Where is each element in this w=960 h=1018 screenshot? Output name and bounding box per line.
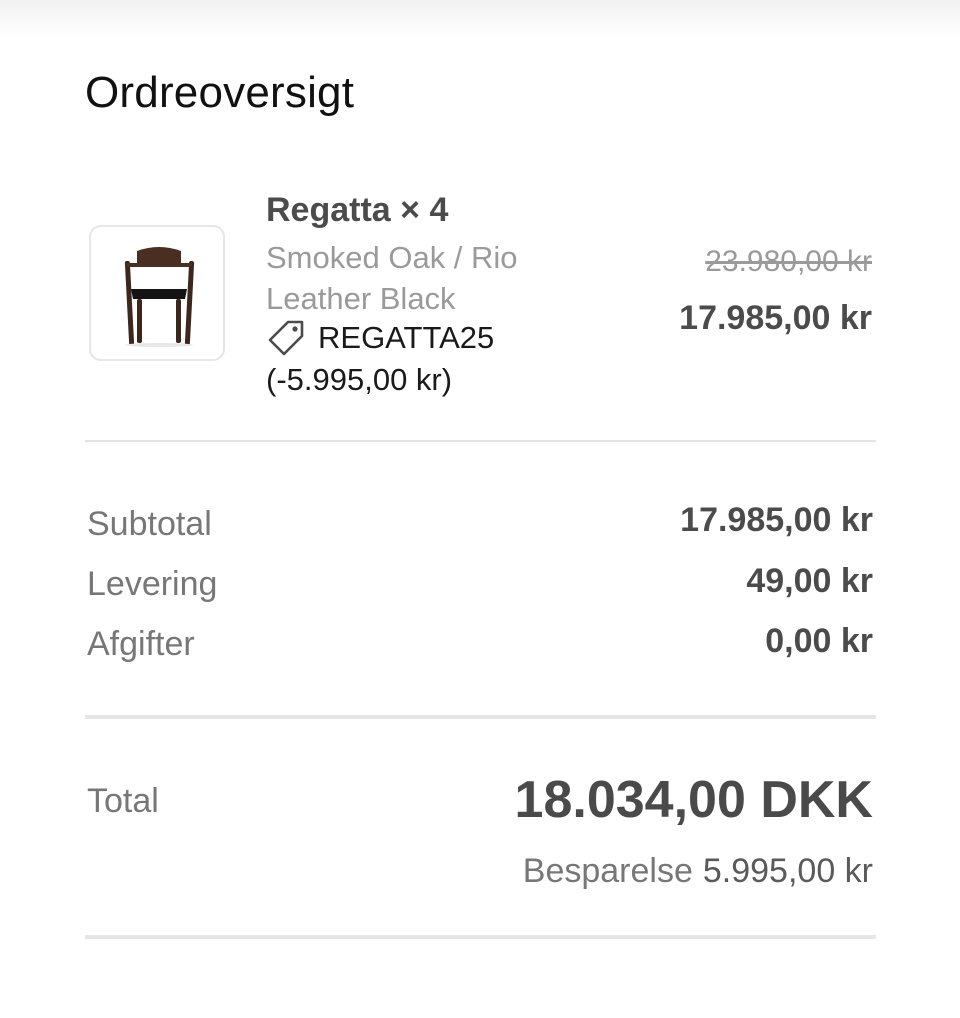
shipping-value: 49,00 kr [746,562,873,600]
subtotal-label: Subtotal [87,505,212,543]
discount-amount: (-5.995,00 kr) [266,362,453,397]
divider [85,715,876,719]
savings-label: Besparelse [522,852,693,890]
original-price: 23.980,00 kr [705,245,872,278]
discount-code-row: REGATTA25 [266,318,494,358]
product-variant: Smoked Oak / Rio Leather Black [266,240,518,316]
divider [85,935,876,939]
total-label: Total [87,782,159,820]
savings-line: Besparelse 5.995,00 kr [523,852,873,891]
top-shadow [0,0,960,40]
order-summary-page: Ordreoversigt Regatta × 4 Smoked Oak / R… [0,0,960,1018]
discounted-price: 17.985,00 kr [679,299,872,337]
divider [85,440,876,442]
shipping-label: Levering [87,565,218,603]
subtotal-value: 17.985,00 kr [680,501,873,539]
tag-icon [268,320,304,356]
discount-code: REGATTA25 [318,320,495,355]
product-name: Regatta × 4 [266,191,449,229]
savings-value: 5.995,00 kr [702,852,873,890]
page-title: Ordreoversigt [85,68,355,117]
taxes-label: Afgifter [87,625,195,663]
taxes-value: 0,00 kr [765,622,873,660]
chair-icon [124,247,195,347]
product-thumbnail[interactable] [89,225,225,361]
total-value: 18.034,00 DKK [514,771,873,829]
